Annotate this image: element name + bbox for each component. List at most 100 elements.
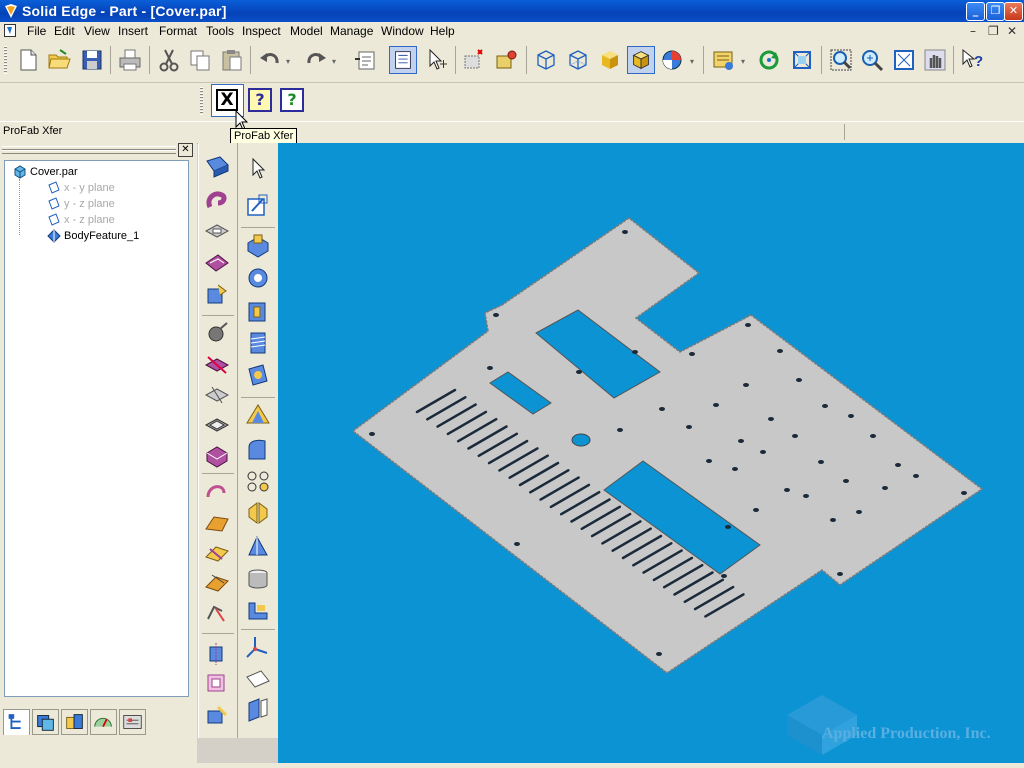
cutout-icon[interactable]	[202, 219, 232, 247]
doc-close-button[interactable]: ✕	[1007, 24, 1017, 38]
coordinate-system-icon[interactable]	[243, 633, 273, 661]
close-button[interactable]: ✕	[1004, 2, 1023, 21]
sheet-metal-cover-part[interactable]	[278, 143, 1024, 763]
properties-icon[interactable]	[352, 46, 380, 74]
sweep-icon[interactable]	[243, 435, 273, 463]
menu-insert[interactable]: Insert	[118, 24, 148, 38]
reference-plane-tool-icon[interactable]	[243, 665, 273, 693]
save-icon[interactable]	[78, 46, 106, 74]
tab-family-of-parts-icon[interactable]	[90, 709, 117, 735]
menu-model[interactable]: Model	[290, 24, 323, 38]
parallel-plane-icon[interactable]	[243, 695, 273, 723]
new-file-icon[interactable]	[14, 46, 42, 74]
extrude-icon[interactable]	[243, 231, 273, 259]
cylinder-icon[interactable]	[243, 565, 273, 593]
named-views-icon[interactable]	[709, 46, 737, 74]
fit-icon[interactable]	[890, 46, 918, 74]
menu-file[interactable]: File	[27, 24, 46, 38]
hole-feature-icon[interactable]	[243, 297, 273, 325]
fit-frame-icon[interactable]	[788, 46, 816, 74]
normal-protrusion-icon[interactable]	[202, 569, 232, 597]
pathfinder-header[interactable]	[2, 143, 194, 157]
profab-toolbar: X ? ?	[0, 83, 1024, 121]
bracket-icon[interactable]	[243, 597, 273, 625]
redo-dropdown-icon[interactable]: ▾	[332, 57, 336, 66]
insert-object-icon[interactable]	[492, 46, 520, 74]
print-icon[interactable]	[116, 46, 144, 74]
section-view-icon[interactable]	[243, 533, 273, 561]
copy-icon[interactable]	[186, 46, 214, 74]
add-body-icon[interactable]	[202, 701, 232, 729]
lofted-protrusion-icon[interactable]	[202, 509, 232, 537]
thread-icon[interactable]	[243, 329, 273, 357]
helical-protrusion-icon[interactable]	[202, 539, 232, 567]
doc-restore-button[interactable]: ❐	[988, 24, 999, 38]
round-icon[interactable]	[202, 319, 232, 347]
minimize-button[interactable]: _	[966, 2, 985, 21]
pattern-icon[interactable]	[202, 669, 232, 697]
chamfer-icon[interactable]	[202, 351, 232, 379]
swept-protrusion-icon[interactable]	[202, 477, 232, 505]
open-folder-icon[interactable]	[45, 46, 73, 74]
profab-about-button[interactable]: ?	[280, 88, 304, 112]
rib-icon[interactable]	[202, 599, 232, 627]
mirror-icon[interactable]	[243, 499, 273, 527]
draft-icon[interactable]	[202, 381, 232, 409]
tab-feature-library-icon[interactable]	[61, 709, 88, 735]
sketch-icon[interactable]	[243, 191, 273, 219]
tab-layers-icon[interactable]	[32, 709, 59, 735]
rotate-view-icon[interactable]	[755, 46, 783, 74]
zoom-icon[interactable]	[858, 46, 886, 74]
doc-minimize-button[interactable]: –	[970, 24, 976, 38]
thin-wall-icon[interactable]	[202, 411, 232, 439]
toolbar-grip[interactable]	[4, 46, 7, 74]
profab-help-button[interactable]: ?	[248, 88, 272, 112]
revolved-cutout-icon[interactable]	[202, 249, 232, 277]
pathfinder-toggle-icon[interactable]	[389, 46, 417, 74]
slot-icon[interactable]	[243, 361, 273, 389]
restore-button[interactable]: ❐	[986, 2, 1005, 21]
zoom-area-icon[interactable]	[827, 46, 855, 74]
menu-manage[interactable]: Manage	[330, 24, 373, 38]
revolved-protrusion-icon[interactable]	[202, 187, 232, 215]
menu-help[interactable]: Help	[430, 24, 455, 38]
pathfinder-close-button[interactable]: ✕	[178, 143, 193, 157]
select-arrow-icon[interactable]	[243, 155, 273, 183]
wireframe-view-icon[interactable]	[532, 46, 560, 74]
menu-format[interactable]: Format	[159, 24, 197, 38]
solid-edge-app-icon[interactable]	[3, 3, 19, 19]
hidden-edges-view-icon[interactable]	[564, 46, 592, 74]
mirror-copy-icon[interactable]	[202, 639, 232, 667]
view-style-icon[interactable]	[659, 46, 687, 74]
menu-edit[interactable]: Edit	[54, 24, 75, 38]
loft-icon[interactable]	[243, 401, 273, 429]
whats-this-help-icon[interactable]: ?	[958, 46, 986, 74]
redo-icon[interactable]	[302, 46, 330, 74]
hole-icon[interactable]	[202, 281, 232, 309]
document-icon[interactable]	[4, 24, 16, 37]
pattern-array-icon[interactable]	[243, 467, 273, 495]
pan-icon[interactable]	[921, 46, 949, 74]
view-style-dropdown-icon[interactable]: ▾	[690, 57, 694, 66]
paste-icon[interactable]	[218, 46, 246, 74]
undo-dropdown-icon[interactable]: ▾	[286, 57, 290, 66]
shell-icon[interactable]	[202, 441, 232, 469]
tab-feature-pathfinder-icon[interactable]	[3, 709, 30, 735]
insert-component-icon[interactable]	[460, 46, 488, 74]
tab-sensors-icon[interactable]	[119, 709, 146, 735]
menu-window[interactable]: Window	[381, 24, 424, 38]
cut-icon[interactable]	[155, 46, 183, 74]
toolbar-grip[interactable]	[200, 87, 203, 115]
menu-inspect[interactable]: Inspect	[242, 24, 281, 38]
protrusion-icon[interactable]	[202, 153, 232, 181]
graphics-viewport[interactable]: Applied Production, Inc.	[278, 143, 1024, 763]
menu-tools[interactable]: Tools	[206, 24, 234, 38]
shaded-view-icon[interactable]	[596, 46, 624, 74]
undo-icon[interactable]	[256, 46, 284, 74]
watermark-text: Applied Production, Inc.	[822, 725, 991, 742]
revolve-icon[interactable]	[243, 263, 273, 291]
menu-view[interactable]: View	[84, 24, 110, 38]
named-views-dropdown-icon[interactable]: ▾	[741, 57, 745, 66]
select-tool-icon[interactable]	[422, 46, 450, 74]
shaded-edges-view-icon[interactable]	[627, 46, 655, 74]
